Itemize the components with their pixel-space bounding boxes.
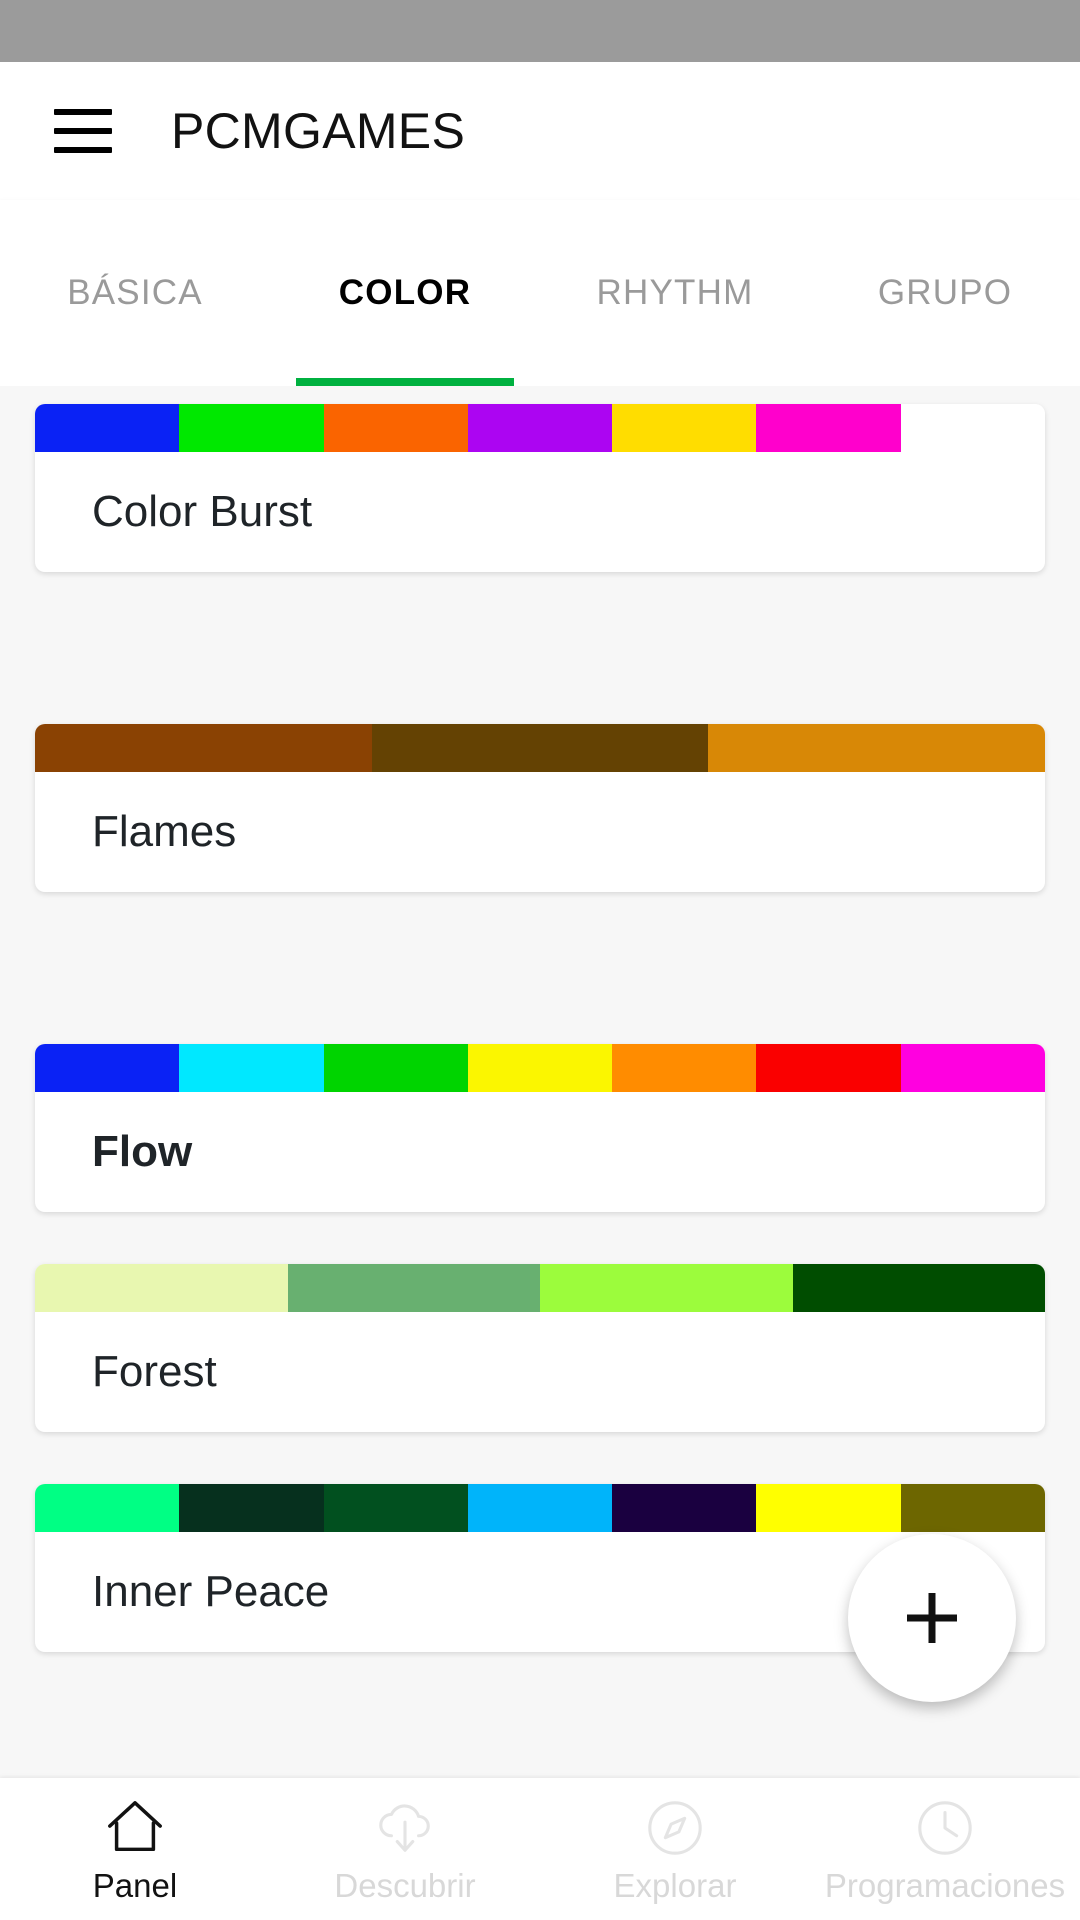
color-swatch bbox=[756, 1484, 901, 1532]
effect-card-body: Flames bbox=[35, 772, 1045, 892]
effect-card-forest[interactable]: Forest bbox=[35, 1264, 1045, 1432]
color-swatch bbox=[756, 1044, 901, 1092]
color-swatch bbox=[708, 724, 1045, 772]
app-root: PCMGAMES BÁSICA COLOR RHYTHM GRUPO Color… bbox=[0, 0, 1080, 1920]
color-swatch bbox=[900, 404, 1045, 452]
tab-indicator bbox=[296, 378, 514, 386]
tab-label: RHYTHM bbox=[596, 273, 754, 312]
effect-card-flames[interactable]: Flames bbox=[35, 724, 1045, 892]
nav-item-programaciones[interactable]: Programaciones bbox=[810, 1778, 1080, 1920]
nav-label: Descubrir bbox=[334, 1866, 476, 1904]
color-swatch-strip bbox=[35, 1264, 1045, 1312]
nav-label: Programaciones bbox=[824, 1866, 1066, 1904]
color-swatch bbox=[467, 1484, 613, 1532]
color-swatch bbox=[323, 404, 468, 452]
effect-card-body: Flow bbox=[35, 1092, 1045, 1212]
color-swatch bbox=[612, 1044, 757, 1092]
color-swatch bbox=[35, 724, 372, 772]
color-swatch bbox=[323, 1484, 468, 1532]
color-swatch bbox=[900, 1044, 1045, 1092]
color-swatch-strip bbox=[35, 1484, 1045, 1532]
effect-card-body: Forest bbox=[35, 1312, 1045, 1432]
color-swatch bbox=[35, 1044, 180, 1092]
tab-label: COLOR bbox=[338, 273, 472, 312]
effect-name: Flames bbox=[92, 807, 237, 856]
tab-grupo[interactable]: GRUPO bbox=[810, 200, 1080, 386]
tab-color[interactable]: COLOR bbox=[270, 200, 540, 386]
color-swatch bbox=[756, 404, 901, 452]
color-swatch bbox=[323, 1044, 468, 1092]
nav-item-explorar[interactable]: Explorar bbox=[540, 1778, 810, 1920]
nav-item-descubrir[interactable]: Descubrir bbox=[270, 1778, 540, 1920]
tab-bar: BÁSICA COLOR RHYTHM GRUPO bbox=[0, 200, 1080, 386]
nav-label: Panel bbox=[92, 1866, 178, 1904]
color-swatch bbox=[612, 1484, 757, 1532]
color-swatch bbox=[792, 1264, 1045, 1312]
color-swatch bbox=[612, 404, 757, 452]
color-swatch bbox=[540, 1264, 793, 1312]
hamburger-menu-icon[interactable] bbox=[54, 109, 112, 153]
color-swatch bbox=[287, 1264, 540, 1312]
color-swatch bbox=[179, 1044, 324, 1092]
tab-rhythm[interactable]: RHYTHM bbox=[540, 200, 810, 386]
color-swatch bbox=[179, 1484, 324, 1532]
tab-label: BÁSICA bbox=[67, 273, 203, 312]
effect-name: Inner Peace bbox=[92, 1567, 330, 1616]
clock-icon bbox=[918, 1800, 972, 1855]
effect-name: Color Burst bbox=[92, 487, 313, 536]
color-swatch bbox=[179, 404, 324, 452]
cloud-download-icon bbox=[379, 1803, 430, 1852]
color-swatch bbox=[35, 1484, 180, 1532]
hamburger-line bbox=[54, 128, 112, 134]
nav-item-panel[interactable]: Panel bbox=[0, 1778, 270, 1920]
bottom-navigation: Panel Descubrir Explorar Programaciones bbox=[0, 1778, 1080, 1920]
color-swatch bbox=[35, 404, 180, 452]
tab-basica[interactable]: BÁSICA bbox=[0, 200, 270, 386]
effect-name: Flow bbox=[92, 1127, 193, 1176]
effect-card-body: Color Burst bbox=[35, 452, 1045, 572]
color-swatch bbox=[467, 1044, 613, 1092]
page-title: PCMGAMES bbox=[171, 103, 466, 159]
compass-icon bbox=[648, 1800, 702, 1855]
tab-label: GRUPO bbox=[877, 273, 1013, 312]
app-bar: PCMGAMES bbox=[0, 62, 1080, 200]
nav-label: Explorar bbox=[613, 1866, 737, 1904]
hamburger-line bbox=[54, 147, 112, 153]
color-swatch bbox=[900, 1484, 1045, 1532]
home-icon bbox=[108, 1800, 162, 1851]
plus-icon bbox=[907, 1593, 957, 1643]
hamburger-line bbox=[54, 109, 112, 115]
effect-card-color-burst[interactable]: Color Burst bbox=[35, 404, 1045, 572]
color-swatch-strip bbox=[35, 404, 1045, 452]
add-effect-fab[interactable] bbox=[848, 1534, 1016, 1702]
color-swatch bbox=[467, 404, 613, 452]
status-bar bbox=[0, 0, 1080, 62]
effect-card-flow[interactable]: Flow bbox=[35, 1044, 1045, 1212]
color-swatch bbox=[35, 1264, 288, 1312]
color-swatch-strip bbox=[35, 724, 1045, 772]
effect-name: Forest bbox=[92, 1347, 217, 1396]
color-swatch bbox=[371, 724, 709, 772]
color-swatch-strip bbox=[35, 1044, 1045, 1092]
